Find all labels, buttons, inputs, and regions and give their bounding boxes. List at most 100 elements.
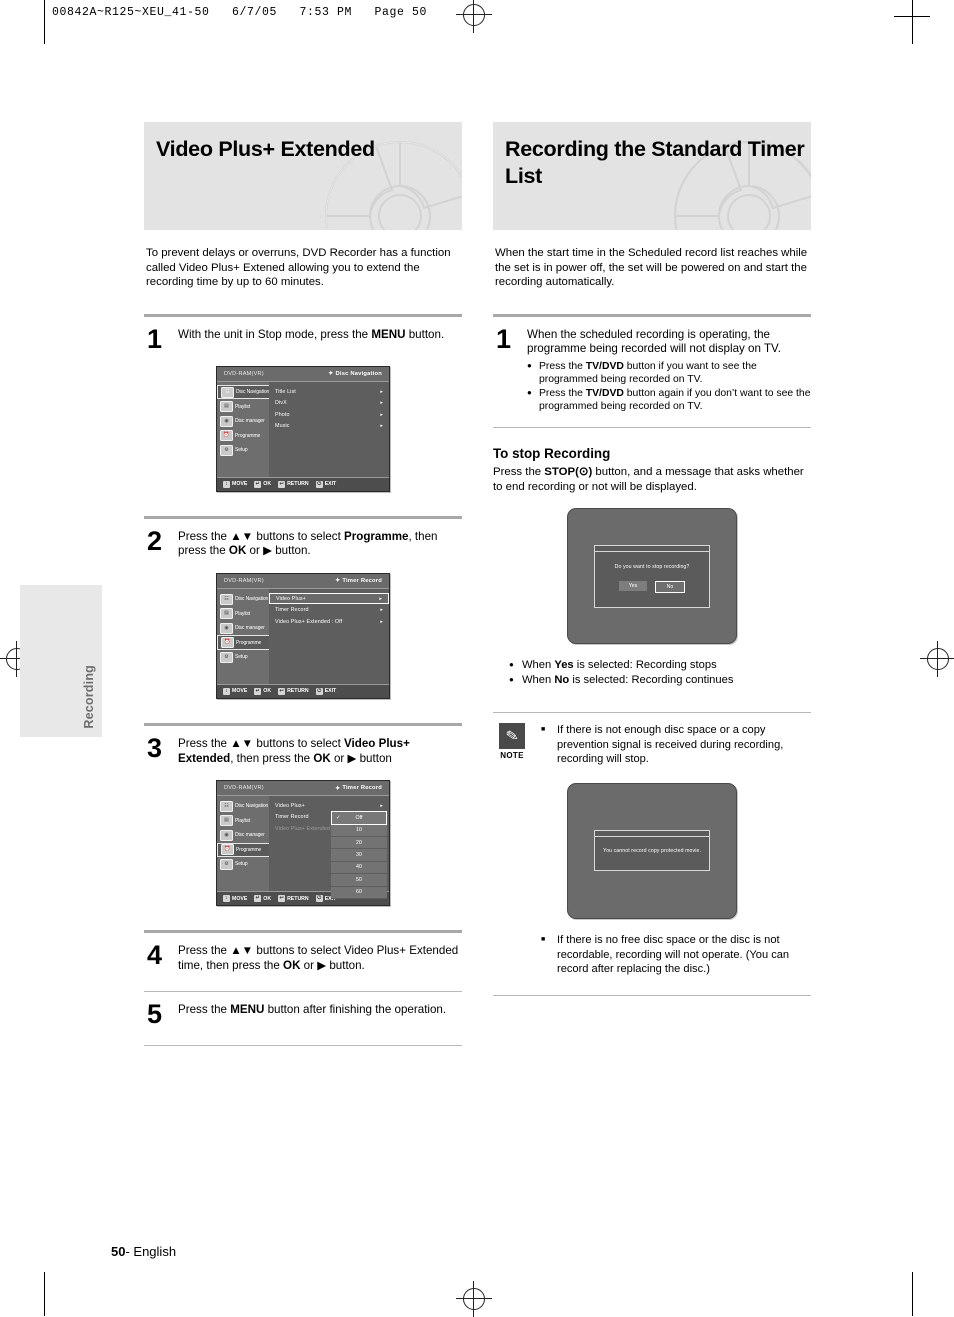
osd1-mode-label: Disc Navigation [335, 370, 382, 377]
osd2-hint-ok-label: OK [263, 688, 272, 695]
tv-screenshot-2-wrap: You cannot record copy protected movie. [493, 782, 811, 919]
osd2-sidebar-item-setup[interactable]: ⚙ Setup [217, 650, 269, 665]
osd1-hint-exit: ⏻ EXIT [315, 480, 337, 488]
osd3-option-30[interactable]: 30 [331, 849, 387, 862]
result-1-bold-yes: Yes [554, 659, 574, 672]
osd2-row-video-plus[interactable]: Video Plus+ ▸ [269, 592, 389, 605]
step-5-text-part2: button after finishing the operation. [264, 1003, 447, 1017]
copy-protected-dialog-box: You cannot record copy protected movie. [594, 830, 710, 872]
step-5-bold-menu: MENU [230, 1003, 265, 1017]
osd3-hint-return-label: RETURN [287, 895, 309, 902]
osd2-hint-exit: ⏻ EXIT [315, 687, 336, 695]
chevron-right-icon: ▸ [380, 423, 383, 430]
osd2-row-video-plus-extended[interactable]: Video Plus+ Extended : Off ▸ [269, 616, 389, 628]
programme-icon: ⏰ [220, 430, 233, 442]
osd3-sidebar-item-disc-navigation[interactable]: ☷ Disc Navigation [217, 799, 269, 814]
osd1-sidebar-item-programme[interactable]: ⏰ Programme [217, 428, 269, 443]
osd2-row-0-label: Video Plus+ [276, 595, 306, 602]
step-4-number: 4 [147, 940, 162, 971]
osd3-body: ☷ Disc Navigation ▤ Playlist ◉ Disc mana… [217, 796, 389, 899]
osd3-sidebar-item-disc-manager[interactable]: ◉ Disc manager [217, 828, 269, 843]
osd3-option-60[interactable]: 60 [331, 886, 387, 899]
osd1-sidebar: ☷ Disc Navigation ▤ Playlist ◉ Disc mana… [217, 381, 269, 477]
step-2-number: 2 [147, 525, 162, 556]
osd3-option-off[interactable]: ✓ Off [331, 811, 387, 825]
step-2-text-part1: Press the ▲▼ buttons to select [178, 529, 345, 543]
disc-manager-icon: ◉ [220, 622, 233, 634]
osd-timer-record-menu: DVD-RAM(VR) ✦ Timer Record ☷ Disc Naviga… [216, 572, 390, 699]
disc-manager-icon: ◉ [220, 829, 233, 841]
osd2-sidebar-item-disc-navigation[interactable]: ☷ Disc Navigation [217, 592, 269, 607]
osd2-row-2-label: Video Plus+ Extended : Off [275, 618, 343, 625]
osd3-hint-ok-label: OK [263, 895, 272, 902]
osd3-option-40[interactable]: 40 [331, 861, 387, 875]
stop-recording-heading: To stop Recording [493, 445, 611, 461]
osd2-main: Video Plus+ ▸ Timer Record ▸ Video Plus+… [269, 588, 389, 684]
osd1-sidebar-label-4: Setup [235, 447, 248, 454]
stop-result-bullet-yes: When Yes is selected: Recording stops [493, 657, 811, 673]
osd1-row-music[interactable]: Music ▸ [269, 420, 389, 432]
stop-result-bullets: When Yes is selected: Recording stops Wh… [493, 657, 811, 688]
osd3-sidebar-item-playlist[interactable]: ▤ Playlist [217, 814, 269, 829]
playlist-icon: ▤ [220, 608, 233, 620]
step-4: 4 Press the ▲▼ buttons to select Video P… [144, 933, 462, 973]
step-3-text: Press the ▲▼ buttons to select Video Plu… [178, 736, 462, 766]
osd3-hint-return: ↩ RETURN [278, 895, 309, 903]
osd3-option-50[interactable]: 50 [331, 874, 387, 887]
osd1-mode: ✦ Disc Navigation [328, 370, 382, 378]
osd3-extended-time-dropdown[interactable]: ✓ Off 10 20 30 40 50 60 [331, 811, 387, 899]
osd1-row-title-list[interactable]: Title List ▸ [269, 386, 389, 398]
osd3-mode-label: Timer Record [342, 785, 382, 792]
osd3-sidebar-item-setup[interactable]: ⚙ Setup [217, 857, 269, 872]
no-button[interactable]: No [655, 580, 685, 593]
bullet-1-pre: Press the [539, 360, 586, 372]
osd2-sidebar-item-playlist[interactable]: ▤ Playlist [217, 606, 269, 621]
osd3-option-20[interactable]: 20 [331, 836, 387, 850]
osd3-option-10[interactable]: 10 [331, 824, 387, 837]
osd1-hint-return: ↩ RETURN [278, 480, 309, 488]
osd1-sidebar-label-3: Programme [235, 432, 261, 439]
osd1-sidebar-item-disc-manager[interactable]: ◉ Disc manager [217, 414, 269, 429]
osd2-row-timer-record[interactable]: Timer Record ▸ [269, 604, 389, 616]
move-key-icon: ↕ [223, 895, 230, 903]
osd3-sidebar-item-programme[interactable]: ⏰ Programme [217, 842, 269, 858]
step-1: 1 With the unit in Stop mode, press the … [144, 317, 462, 352]
step-3: 3 Press the ▲▼ buttons to select Video P… [144, 726, 462, 766]
osd1-sidebar-label-1: Playlist [235, 403, 251, 410]
osd2-body: ☷ Disc Navigation ▤ Playlist ◉ Disc mana… [217, 588, 389, 684]
note-caption: NOTE [500, 751, 524, 761]
osd1-sidebar-item-disc-navigation[interactable]: ☷ Disc Navigation [217, 384, 269, 400]
osd2-hint-return-label: RETURN [287, 688, 309, 695]
osd1-row-divx[interactable]: DivX ▸ [269, 397, 389, 409]
osd2-sidebar-label-3: Programme [236, 639, 262, 646]
osd3-disc-label: DVD-RAM(VR) [224, 785, 264, 792]
yes-button[interactable]: Yes [619, 580, 647, 591]
playlist-icon: ▤ [220, 815, 233, 827]
result-1-post: is selected: Recording stops [573, 659, 717, 672]
osd2-sidebar-item-programme[interactable]: ⏰ Programme [217, 635, 269, 650]
playlist-icon: ▤ [220, 401, 233, 413]
step-5-text: Press the MENU button after finishing th… [178, 1002, 446, 1027]
bullet-2-bold-tvdvd: TV/DVD [585, 387, 624, 399]
step-2-text-part3: or ▶ button. [246, 544, 311, 558]
osd1-sidebar-item-setup[interactable]: ⚙ Setup [217, 443, 269, 458]
return-key-icon: ↩ [278, 480, 286, 488]
stop-text-part1: Press the [493, 465, 545, 478]
osd2-mode-marker-icon: ✦ [335, 578, 341, 585]
osd2-titlebar: DVD-RAM(VR) ✦ Timer Record [217, 573, 389, 589]
step-1-text-part2: button. [405, 327, 445, 341]
programme-icon: ⏰ [221, 844, 234, 856]
right-rule-2 [493, 426, 811, 428]
osd2-sidebar: ☷ Disc Navigation ▤ Playlist ◉ Disc mana… [217, 588, 269, 684]
osd2-sidebar-item-disc-manager[interactable]: ◉ Disc manager [217, 621, 269, 636]
right-step-1-bullet-1: Press the TV/DVD button if you want to s… [527, 359, 811, 386]
osd1-row-photo[interactable]: Photo ▸ [269, 409, 389, 421]
osd1-sidebar-item-playlist[interactable]: ▤ Playlist [217, 399, 269, 414]
step-1-bold-menu: MENU [371, 327, 406, 341]
note-block: ✎ NOTE If there is not enough disc space… [493, 723, 811, 767]
stop-bold-stop: STOP(⊙) [544, 466, 592, 478]
right-column: Recording the Standard Timer List When t… [493, 122, 811, 996]
osd1-hint-exit-label: EXIT [324, 481, 337, 488]
osd1-titlebar: DVD-RAM(VR) ✦ Disc Navigation [217, 366, 389, 382]
osd3-row-video-plus[interactable]: Video Plus+ ▸ [269, 800, 389, 812]
